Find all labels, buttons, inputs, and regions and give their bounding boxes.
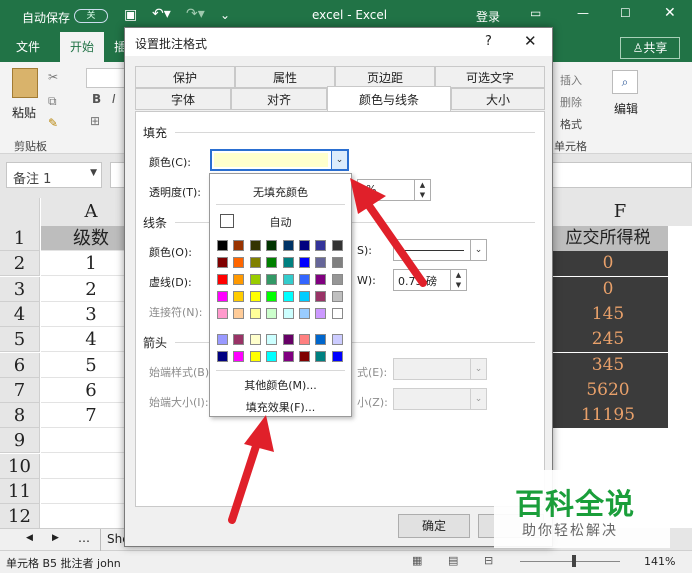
arrow-to-fill-effects xyxy=(228,415,274,524)
arrow-to-color-dropdown xyxy=(350,178,427,287)
watermark-title: 百科全说 xyxy=(515,487,636,521)
watermark-subtitle: 助你轻松解决 xyxy=(522,523,618,539)
